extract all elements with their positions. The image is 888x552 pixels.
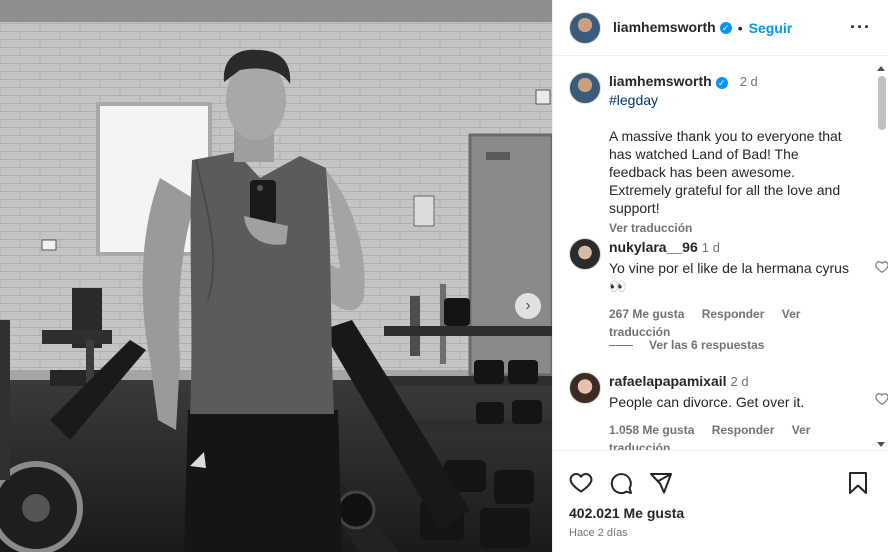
comments-list[interactable]: liamhemsworth ✓ 2 d #legday A massive than… — [553, 56, 888, 450]
post-side-panel: liamhemsworth ✓ • Seguir ··· liamhemswor… — [552, 0, 888, 552]
avatar[interactable] — [569, 72, 601, 104]
comment-text: Yo vine por el like de la hermana cyrus … — [609, 260, 849, 294]
follow-button[interactable]: Seguir — [749, 20, 793, 36]
verified-badge-icon: ✓ — [719, 21, 732, 34]
gym-selfie-image — [0, 0, 552, 552]
post-photo[interactable]: › — [0, 0, 552, 552]
heart-icon[interactable] — [569, 471, 593, 495]
avatar[interactable] — [569, 238, 601, 270]
see-translation-link[interactable]: Ver traducción — [609, 219, 859, 237]
scroll-down-arrow[interactable] — [877, 442, 885, 447]
avatar[interactable] — [569, 372, 601, 404]
post-date[interactable]: Hace 2 días — [569, 527, 628, 539]
caption-text: A massive thank you to everyone that has… — [609, 128, 842, 216]
avatar[interactable] — [569, 11, 601, 44]
comment-text: People can divorce. Get over it. — [609, 394, 805, 410]
comment-item: nukylara__96 1 d Yo vine por el like de l… — [569, 238, 888, 341]
chevron-right-icon: › — [525, 297, 531, 314]
comment-actions: 1.058 Me gusta Responder Ver traducción — [609, 421, 859, 450]
verified-badge-icon: ✓ — [715, 77, 728, 89]
author-username-text[interactable]: liamhemsworth — [613, 19, 716, 35]
hashtag-link[interactable]: #legday — [609, 91, 859, 109]
comment-username[interactable]: rafaelapapamixail — [609, 373, 727, 389]
caption-username[interactable]: liamhemsworth — [609, 73, 712, 89]
post-header: liamhemsworth ✓ • Seguir ··· — [553, 0, 888, 56]
reply-button[interactable]: Responder — [712, 423, 775, 437]
comment-likes[interactable]: 1.058 Me gusta — [609, 423, 694, 437]
comment-time[interactable]: 2 d — [731, 374, 749, 389]
comment-actions: 267 Me gusta Responder Ver traducción — [609, 305, 859, 341]
share-icon[interactable] — [649, 471, 673, 495]
comment-username[interactable]: nukylara__96 — [609, 239, 698, 255]
author-username[interactable]: liamhemsworth — [613, 19, 716, 37]
scroll-up-arrow[interactable] — [877, 66, 885, 71]
comment-time[interactable]: 1 d — [702, 240, 720, 255]
post-caption: liamhemsworth ✓ 2 d #legday A massive than… — [569, 72, 859, 235]
more-options-icon[interactable]: ··· — [850, 17, 871, 38]
view-replies-link[interactable]: Ver las 6 respuestas — [609, 338, 764, 352]
next-photo-button[interactable]: › — [515, 293, 541, 319]
reply-button[interactable]: Responder — [702, 307, 765, 321]
bookmark-icon[interactable] — [847, 471, 869, 495]
separator-dot: • — [737, 19, 743, 36]
scroll-thumb[interactable] — [878, 76, 886, 130]
caption-time[interactable]: 2 d — [740, 74, 758, 89]
post-footer: 402.021 Me gusta Hace 2 días — [553, 450, 888, 552]
like-count[interactable]: 402.021 Me gusta — [569, 505, 684, 521]
comment-icon[interactable] — [609, 471, 633, 495]
comment-likes[interactable]: 267 Me gusta — [609, 307, 684, 321]
comment-item: rafaelapapamixail 2 d People can divorce.… — [569, 372, 888, 450]
comments-scrollbar[interactable] — [876, 64, 886, 450]
